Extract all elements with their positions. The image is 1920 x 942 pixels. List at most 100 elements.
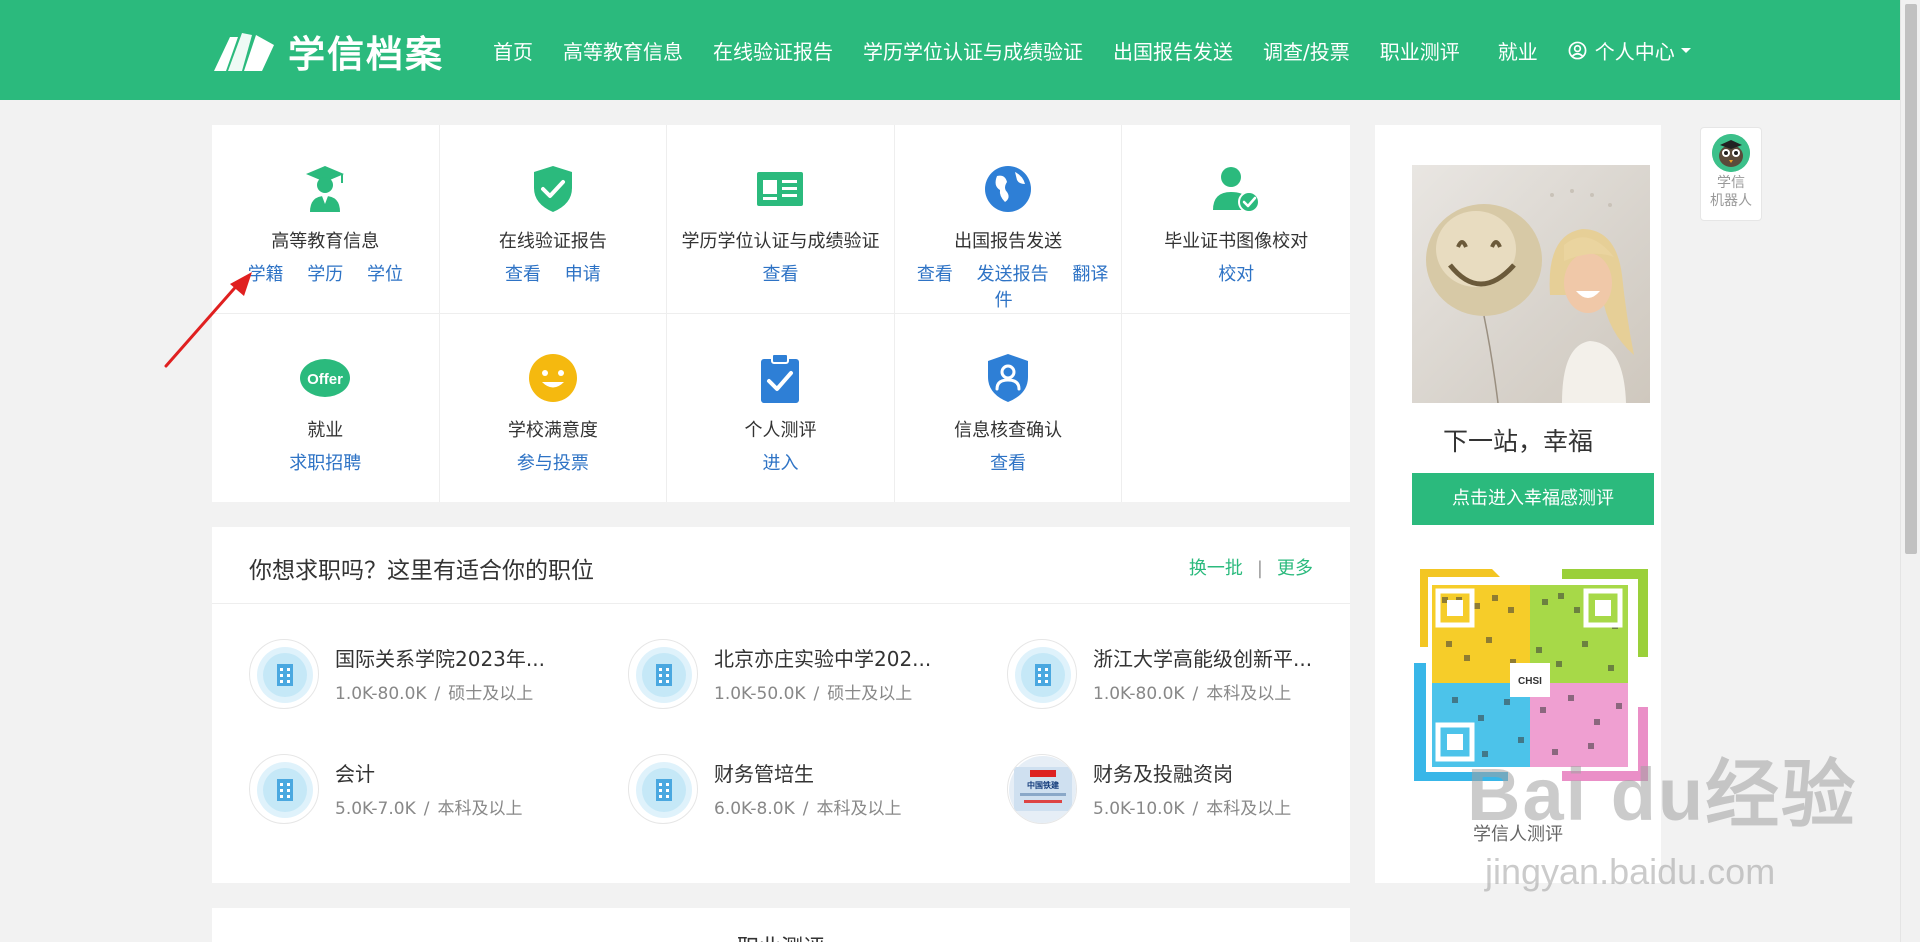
- section-title: 职业测评: [212, 930, 1350, 942]
- job-salary: 1.0K-80.0K: [335, 684, 427, 704]
- job-degree: 本科及以上: [1206, 799, 1292, 819]
- user-center-menu[interactable]: 个人中心: [1568, 36, 1691, 65]
- qr-center-text: CHSI: [1518, 676, 1542, 687]
- job-item[interactable]: 会计 5.0K-7.0K / 本科及以上: [249, 744, 619, 824]
- job-salary: 5.0K-7.0K: [335, 799, 416, 819]
- job-degree: 本科及以上: [1206, 684, 1292, 704]
- divider: |: [1256, 558, 1263, 579]
- job-item[interactable]: 财务管培生 6.0K-8.0K / 本科及以上: [628, 744, 998, 824]
- page-scrollbar[interactable]: [1900, 0, 1920, 942]
- company-logo: [628, 754, 698, 824]
- link-view-report[interactable]: 查看: [505, 264, 541, 285]
- more-jobs-link[interactable]: 更多: [1277, 558, 1313, 579]
- service-school-satisfaction: 学校满意度 参与投票: [440, 313, 668, 502]
- site-logo[interactable]: 学信档案: [212, 28, 444, 76]
- smiley-icon: [528, 353, 577, 402]
- watermark-main: Bai du经验: [1467, 753, 1858, 836]
- company-logo: [628, 639, 698, 709]
- service-degree-verification: 学历学位认证与成绩验证 查看: [667, 125, 895, 314]
- job-title: 财务及投融资岗: [1093, 762, 1233, 786]
- scrollbar-thumb[interactable]: [1905, 4, 1917, 554]
- chevron-down-icon: [1680, 47, 1691, 53]
- nav-survey[interactable]: 调查/投票: [1263, 36, 1350, 65]
- baidu-watermark: Bai du经验 jingyan.baidu.com: [1467, 735, 1858, 892]
- company-logo: [249, 639, 319, 709]
- link-degree[interactable]: 学位: [367, 264, 403, 285]
- service-name: 个人测评: [744, 419, 817, 441]
- job-item[interactable]: 浙江大学高能级创新平... 1.0K-80.0K / 本科及以上: [1007, 629, 1377, 709]
- service-name: 毕业证书图像校对: [1164, 231, 1309, 252]
- globe-icon: [985, 166, 1032, 212]
- link-enter-test[interactable]: 进入: [762, 453, 798, 474]
- banner-caption: 下一站，幸福: [1442, 427, 1593, 456]
- job-salary: 1.0K-80.0K: [1093, 684, 1185, 704]
- job-salary: 6.0K-8.0K: [714, 799, 795, 819]
- nav-higher-education[interactable]: 高等教育信息: [563, 36, 683, 65]
- offer-icon: Offer: [300, 358, 351, 397]
- link-vote[interactable]: 参与投票: [517, 453, 589, 474]
- link-view-abroad[interactable]: 查看: [917, 264, 953, 285]
- job-item[interactable]: 中国铁建 财务及投融资岗 5.0K-10.0K / 本科及以上: [1007, 744, 1377, 824]
- balloon-photo: [1426, 189, 1634, 403]
- company-logo-text: 中国铁建: [1027, 780, 1060, 790]
- refresh-jobs-link[interactable]: 换一批: [1189, 558, 1243, 579]
- red-arrow-annotation: [164, 272, 252, 368]
- building-icon: [636, 647, 692, 703]
- user-circle-icon: [1568, 41, 1587, 59]
- nav-online-report[interactable]: 在线验证报告: [713, 36, 833, 65]
- chat-robot-button[interactable]: 学信 机器人: [1700, 127, 1762, 221]
- nav-home[interactable]: 首页: [493, 36, 533, 65]
- job-salary: 1.0K-50.0K: [714, 684, 806, 704]
- service-name: 学历学位认证与成绩验证: [681, 231, 880, 252]
- link-job-search[interactable]: 求职招聘: [289, 453, 361, 474]
- service-empty-cell: [1122, 314, 1350, 503]
- job-title: 北京亦庄实验中学202...: [714, 647, 932, 671]
- service-name: 信息核查确认: [954, 419, 1063, 441]
- nav-career-test[interactable]: 职业测评: [1380, 36, 1460, 65]
- robot-label-line1: 学信: [1717, 175, 1745, 191]
- building-icon: [636, 762, 692, 818]
- crcc-logo-icon: 中国铁建: [1009, 756, 1076, 823]
- shield-user-icon: [988, 353, 1029, 402]
- job-degree: 本科及以上: [816, 799, 902, 819]
- job-title: 浙江大学高能级创新平...: [1093, 647, 1313, 671]
- service-abroad-report: 出国报告发送 查看 发送报告 翻译件: [894, 125, 1123, 314]
- service-certificate-check: 毕业证书图像校对 校对: [1122, 125, 1350, 314]
- service-name: 学校满意度: [507, 419, 598, 441]
- service-name: 就业: [307, 419, 344, 441]
- jobs-header: 你想求职吗？这里有适合你的职位 换一批 | 更多: [212, 527, 1350, 604]
- link-view-confirm[interactable]: 查看: [990, 453, 1026, 474]
- happiness-banner-image[interactable]: [1412, 165, 1650, 403]
- robot-label-line2: 机器人: [1710, 193, 1752, 209]
- user-center-label: 个人中心: [1594, 39, 1675, 64]
- job-item[interactable]: 国际关系学院2023年... 1.0K-80.0K / 硕士及以上: [249, 629, 619, 709]
- link-check-certificate[interactable]: 校对: [1218, 264, 1254, 285]
- robot-avatar-icon: [1712, 134, 1750, 172]
- service-name: 在线验证报告: [498, 231, 607, 252]
- service-name: 高等教育信息: [271, 231, 380, 252]
- nav-employment[interactable]: 就业: [1498, 36, 1538, 65]
- link-send-report[interactable]: 发送报告: [977, 264, 1049, 285]
- brand-name: 学信档案: [288, 33, 444, 76]
- jobs-title: 你想求职吗？这里有适合你的职位: [249, 558, 594, 584]
- top-navbar: 学信档案 首页 高等教育信息 在线验证报告 学历学位认证与成绩验证 出国报告发送…: [0, 0, 1900, 100]
- clipboard-check-icon: [761, 352, 800, 403]
- service-online-report: 在线验证报告 查看 申请: [439, 125, 668, 314]
- shield-check-icon: [533, 166, 572, 212]
- link-view-verification[interactable]: 查看: [762, 264, 798, 285]
- link-education[interactable]: 学历: [307, 264, 343, 285]
- id-card-icon: [757, 172, 804, 206]
- happiness-test-button[interactable]: 点击进入幸福感测评: [1412, 473, 1654, 525]
- service-info-confirm: 信息核查确认 查看: [895, 313, 1123, 502]
- nav-abroad-report[interactable]: 出国报告发送: [1113, 36, 1233, 65]
- nav-degree-verification[interactable]: 学历学位认证与成绩验证: [863, 36, 1083, 65]
- job-degree: 本科及以上: [437, 799, 523, 819]
- job-recommendations: 你想求职吗？这里有适合你的职位 换一批 | 更多 国际关系学院2023年... 1.…: [212, 527, 1350, 883]
- job-item[interactable]: 北京亦庄实验中学202... 1.0K-50.0K / 硕士及以上: [628, 629, 998, 709]
- link-apply-report[interactable]: 申请: [565, 264, 601, 285]
- service-personal-test: 个人测评 进入: [667, 313, 895, 502]
- company-logo: [249, 754, 319, 824]
- svg-text:Offer: Offer: [307, 371, 343, 388]
- company-logo: 中国铁建: [1007, 754, 1077, 824]
- job-title: 财务管培生: [714, 762, 814, 786]
